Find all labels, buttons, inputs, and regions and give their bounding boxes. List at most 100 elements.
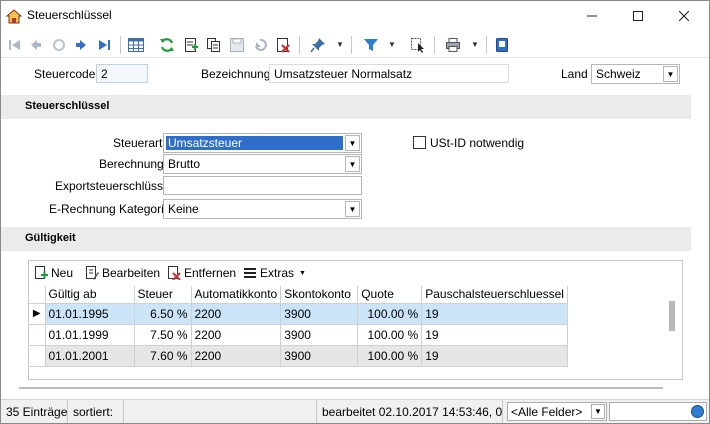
- column-header[interactable]: Gültig ab: [45, 286, 135, 304]
- bezeichnung-field[interactable]: Umsatzsteuer Normalsatz: [269, 64, 509, 83]
- chevron-down-icon[interactable]: ▼: [591, 404, 605, 419]
- table-cell[interactable]: 3900: [280, 345, 359, 367]
- table-cell[interactable]: 7.50 %: [134, 324, 192, 346]
- ustid-checkbox[interactable]: [413, 136, 426, 149]
- table-cell[interactable]: 7.60 %: [134, 345, 192, 367]
- row-indicator: [29, 324, 46, 346]
- extras-dropdown-icon: ▼: [299, 269, 306, 277]
- berechnung-combo[interactable]: Brutto ▼: [163, 154, 362, 174]
- table-cell[interactable]: 100.00 %: [357, 303, 423, 325]
- next-icon[interactable]: [71, 35, 91, 55]
- bearbeiten-button[interactable]: Bearbeiten: [85, 266, 160, 280]
- vertical-scrollbar[interactable]: [669, 301, 675, 331]
- column-header[interactable]: Quote: [357, 286, 423, 304]
- section-steuerschluessel-header: Steuerschlüssel: [1, 95, 691, 119]
- steuerart-label: Steuerart: [113, 136, 163, 150]
- steuercode-label: Steuercode: [34, 67, 96, 81]
- table-cell[interactable]: 2200: [191, 324, 282, 346]
- pin-dropdown-icon[interactable]: ▼: [336, 40, 344, 49]
- table-cell[interactable]: 100.00 %: [357, 324, 423, 346]
- chevron-down-icon[interactable]: ▼: [345, 135, 360, 151]
- table-cell[interactable]: 6.50 %: [134, 303, 192, 325]
- menu-icon: [244, 268, 256, 278]
- table-cell[interactable]: 01.01.1999: [45, 324, 135, 346]
- table-row[interactable]: 01.01.1999 7.50 % 2200 3900 100.00 % 19: [29, 324, 568, 346]
- berechnung-value: Brutto: [168, 157, 201, 171]
- last-icon[interactable]: [94, 35, 114, 55]
- extras-button[interactable]: Extras ▼: [243, 266, 306, 280]
- table-cell[interactable]: 19: [421, 324, 568, 346]
- exportsteuerschluessel-label: Exportsteuerschlüssel: [55, 179, 173, 193]
- chevron-down-icon[interactable]: ▼: [663, 66, 678, 82]
- minimize-button[interactable]: [569, 1, 615, 31]
- entfernen-label: Entfernen: [184, 266, 237, 280]
- close-button[interactable]: [661, 1, 707, 31]
- new-icon[interactable]: [181, 35, 201, 55]
- steuerart-combo[interactable]: Umsatzsteuer ▼: [163, 133, 362, 153]
- bezeichnung-label: Bezeichnung: [201, 67, 271, 81]
- first-icon[interactable]: [5, 35, 25, 55]
- steuerart-value: Umsatzsteuer: [166, 136, 343, 150]
- steuerschluessel-window: Steuerschlüssel ▼ ▼ ▼ Steuercode 2 Bezei…: [0, 0, 710, 424]
- chevron-down-icon[interactable]: ▼: [345, 201, 360, 217]
- column-header[interactable]: Pauschalsteuerschluessel: [421, 286, 568, 304]
- table-cell[interactable]: 01.01.1995: [45, 303, 135, 325]
- table-cell[interactable]: 3900: [280, 324, 359, 346]
- neu-label: Neu: [51, 266, 74, 280]
- table-cell[interactable]: 19: [421, 345, 568, 367]
- row-indicator-icon: ▶: [29, 303, 46, 325]
- land-label: Land: [561, 67, 588, 81]
- print-dropdown-icon[interactable]: ▼: [471, 40, 479, 49]
- table-row[interactable]: 01.01.2001 7.60 % 2200 3900 100.00 % 19: [29, 345, 568, 367]
- window-title: Steuerschlüssel: [27, 8, 112, 22]
- filter-dropdown-icon[interactable]: ▼: [388, 40, 396, 49]
- search-input[interactable]: [609, 402, 707, 421]
- toolbar-separator: [120, 36, 121, 54]
- header-form: Steuercode 2 Bezeichnung Umsatzsteuer No…: [1, 59, 709, 93]
- gueltigkeit-table: Gültig ab Steuer Automatikkonto Skontoko…: [29, 286, 568, 367]
- grid-toolbar: Neu Bearbeiten Entfernen Extras ▼: [29, 261, 682, 286]
- copy-icon[interactable]: [204, 35, 224, 55]
- pin-icon[interactable]: [308, 35, 328, 55]
- erechnung-kategorie-value: Keine: [168, 202, 199, 216]
- select-icon[interactable]: [408, 35, 428, 55]
- table-cell[interactable]: 3900: [280, 303, 359, 325]
- refresh-disabled-icon[interactable]: [49, 35, 69, 55]
- table-header-row: Gültig ab Steuer Automatikkonto Skontoko…: [29, 286, 568, 304]
- field-filter-combo[interactable]: <Alle Felder> ▼: [507, 402, 607, 421]
- table-cell[interactable]: 01.01.2001: [45, 345, 135, 367]
- berechnung-label: Berechnung: [99, 157, 164, 171]
- table-icon[interactable]: [126, 35, 146, 55]
- filter-icon[interactable]: [361, 35, 381, 55]
- save-icon[interactable]: [227, 35, 247, 55]
- search-globe-icon[interactable]: [691, 405, 704, 418]
- maximize-button[interactable]: [615, 1, 661, 31]
- previous-icon[interactable]: [26, 35, 46, 55]
- table-cell[interactable]: 19: [421, 303, 568, 325]
- table-row[interactable]: ▶ 01.01.1995 6.50 % 2200 3900 100.00 % 1…: [29, 303, 568, 325]
- horizontal-scrollbar[interactable]: [19, 387, 663, 389]
- record-count: 35 Einträge: [1, 400, 68, 423]
- column-header[interactable]: Skontokonto: [280, 286, 359, 304]
- erechnung-kategorie-combo[interactable]: Keine ▼: [163, 199, 362, 219]
- delete-icon[interactable]: [273, 35, 293, 55]
- exportsteuerschluessel-field[interactable]: [163, 176, 362, 195]
- field-filter-value: <Alle Felder>: [511, 405, 583, 419]
- column-header[interactable]: Steuer: [134, 286, 192, 304]
- refresh-icon[interactable]: [157, 35, 177, 55]
- table-cell[interactable]: 2200: [191, 303, 282, 325]
- print-icon[interactable]: [443, 35, 463, 55]
- app-house-icon: [5, 8, 23, 24]
- info-icon[interactable]: [492, 35, 512, 55]
- status-bar: 35 Einträge sortiert: bearbeitet 02.10.2…: [1, 399, 709, 423]
- table-cell[interactable]: 100.00 %: [357, 345, 423, 367]
- row-indicator: [29, 345, 46, 367]
- land-combo[interactable]: Schweiz ▼: [591, 64, 680, 84]
- chevron-down-icon[interactable]: ▼: [345, 156, 360, 172]
- steuercode-field[interactable]: 2: [96, 64, 148, 83]
- neu-button[interactable]: Neu: [34, 266, 73, 280]
- entfernen-button[interactable]: Entfernen: [167, 266, 236, 280]
- undo-icon[interactable]: [250, 35, 270, 55]
- table-cell[interactable]: 2200: [191, 345, 282, 367]
- column-header[interactable]: Automatikkonto: [191, 286, 282, 304]
